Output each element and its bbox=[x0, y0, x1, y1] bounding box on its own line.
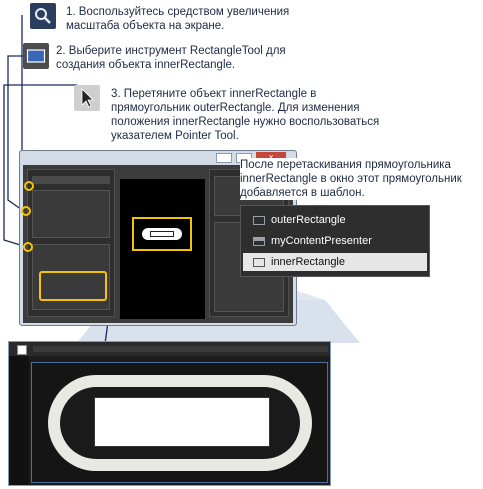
rectangle-tool-icon bbox=[26, 49, 46, 63]
step2-text: 2. Выберите инструмент RectangleTool для… bbox=[56, 45, 286, 71]
layer-item-my-content-presenter[interactable]: myContentPresenter bbox=[243, 232, 427, 250]
marker-step2 bbox=[21, 206, 31, 216]
inner-rectangle[interactable] bbox=[150, 231, 174, 237]
rectangle-icon bbox=[253, 257, 265, 267]
step1-text: 1. Воспользуйтесь средством увеличения м… bbox=[66, 6, 290, 32]
step3-text: 3. Перетяните объект innerRectangle в пр… bbox=[111, 88, 380, 142]
callout-text: После перетаскивания прямоугольника inne… bbox=[240, 158, 480, 200]
rectangle-icon bbox=[253, 215, 265, 225]
marker-step3 bbox=[23, 242, 33, 252]
layer-item-outer-rectangle[interactable]: outerRectangle bbox=[243, 211, 427, 229]
zoomed-toolbar-icon bbox=[17, 345, 27, 355]
minimize-button[interactable] bbox=[216, 153, 232, 163]
zoomed-toolbar bbox=[9, 342, 330, 356]
outer-rectangle[interactable] bbox=[142, 228, 182, 240]
zoomed-outer-rectangle[interactable] bbox=[48, 375, 312, 471]
pointer-tool-icon bbox=[81, 88, 94, 108]
layer-item-inner-rectangle[interactable]: innerRectangle bbox=[243, 253, 427, 271]
design-canvas[interactable] bbox=[120, 179, 205, 319]
zoom-tool-button[interactable] bbox=[30, 3, 56, 29]
zoomed-view bbox=[8, 341, 331, 486]
rectangle-tool-button[interactable] bbox=[23, 43, 49, 69]
objects-panel-highlight bbox=[39, 271, 107, 301]
content-presenter-icon bbox=[253, 236, 265, 246]
zoomed-inner-rectangle[interactable] bbox=[94, 397, 270, 447]
pointer-tool-button[interactable] bbox=[74, 85, 100, 111]
marker-step1 bbox=[24, 181, 34, 191]
zoom-icon bbox=[35, 8, 51, 24]
outer-rectangle-selection[interactable] bbox=[132, 217, 192, 251]
zoomed-canvas[interactable] bbox=[31, 362, 328, 483]
objects-panel: outerRectangle myContentPresenter innerR… bbox=[240, 205, 430, 277]
